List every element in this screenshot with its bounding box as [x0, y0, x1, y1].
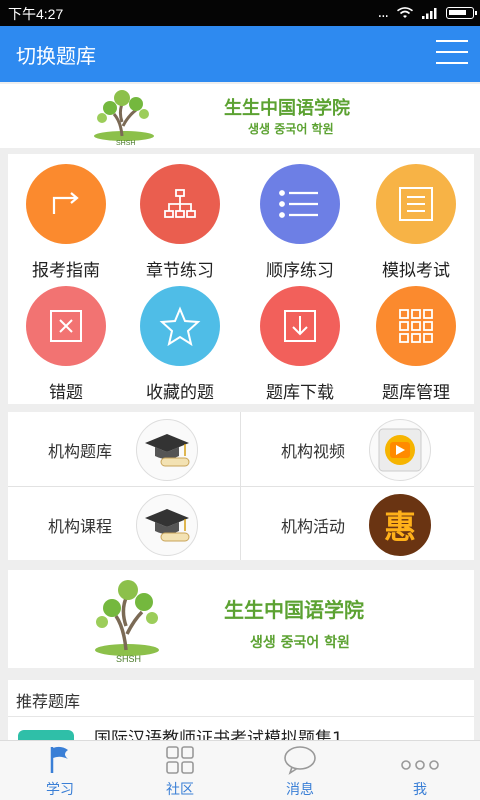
school-banner-bottom[interactable]: SHSH 生生中国语学院 생생 중국어 학원	[8, 570, 474, 668]
school-banner-top[interactable]: SHSH 生生中国语学院 생생 중국어 학원	[0, 84, 480, 148]
battery-fill	[449, 10, 466, 15]
status-time: 下午4:27	[8, 6, 64, 22]
function-grid: 报考指南 章节练习 顺序练习 模拟考试 错题 收藏的题 题库下载 题库管理	[8, 154, 474, 404]
bank-thumbnail	[18, 730, 74, 740]
app-header: 切换题库	[0, 26, 480, 82]
notification-dots-icon: ...	[377, 5, 389, 21]
status-icons: ...	[377, 5, 477, 21]
tree-logo-icon: SHSH	[94, 90, 154, 146]
download-icon	[260, 286, 340, 366]
school-name-cn: 生生中国语学院	[224, 98, 350, 119]
signal-icon	[422, 8, 437, 19]
wrong-x-icon	[26, 286, 106, 366]
school-name-cn: 生生中国语学院	[224, 598, 364, 622]
institution-label: 机构题库	[48, 442, 113, 461]
tab-label: 消息	[286, 782, 314, 798]
discount-badge-text: 惠	[383, 508, 416, 546]
grid-item-bank-manage[interactable]: 题库管理	[358, 276, 474, 403]
bottom-tab-bar: 学习 社区 消息 我	[0, 740, 480, 800]
tab-study[interactable]: 学习	[0, 741, 120, 800]
tab-label: 学习	[46, 782, 74, 798]
document-icon	[376, 164, 456, 244]
institution-video[interactable]: 机构视频	[241, 412, 474, 486]
status-bar: 下午4:27 ...	[0, 0, 480, 26]
grid-item-mock-exam[interactable]: 模拟考试	[358, 154, 474, 281]
grid-item-favorites[interactable]: 收藏的题	[122, 276, 238, 403]
more-dots-icon	[401, 760, 439, 770]
four-squares-icon	[166, 746, 194, 774]
grid-item-exam-guide[interactable]: 报考指南	[8, 154, 124, 281]
tab-community[interactable]: 社区	[120, 741, 240, 800]
institution-label: 机构活动	[281, 517, 346, 536]
hierarchy-icon	[140, 164, 220, 244]
tab-label: 社区	[166, 782, 194, 798]
battery-icon	[446, 7, 477, 19]
recommended-section: 推荐题库 国际汉语教师证书考试模拟题集1	[8, 680, 474, 740]
institution-course[interactable]: 机构课程	[8, 487, 241, 561]
star-icon	[140, 286, 220, 366]
graduation-cap-icon	[136, 494, 198, 556]
graduation-cap-icon	[136, 419, 198, 481]
institution-question-bank[interactable]: 机构题库	[8, 412, 241, 486]
grid-label: 题库下载	[266, 383, 334, 403]
school-name-kr: 생생 중국어 학원	[248, 122, 334, 136]
grid-item-sequential-practice[interactable]: 顺序练习	[242, 154, 358, 281]
list-icon	[260, 164, 340, 244]
school-name-kr: 생생 중국어 학원	[250, 635, 350, 651]
switch-bank-title[interactable]: 切换题库	[16, 40, 96, 69]
grid-label: 题库管理	[382, 383, 450, 403]
institution-panel: 机构题库 机构视频 机构课程 机构活动 惠	[8, 412, 474, 560]
grid-item-chapter-practice[interactable]: 章节练习	[122, 154, 238, 281]
wifi-icon	[397, 7, 413, 18]
grid-label: 错题	[49, 383, 83, 403]
institution-label: 机构课程	[48, 517, 113, 536]
institution-label: 机构视频	[281, 442, 346, 461]
logo-text: SHSH	[116, 140, 135, 146]
video-play-icon	[369, 419, 431, 481]
divider	[8, 716, 474, 717]
tree-logo-icon: SHSH	[95, 580, 159, 664]
menu-icon[interactable]	[436, 40, 468, 66]
flag-icon	[50, 746, 68, 773]
grid-manage-icon	[376, 286, 456, 366]
institution-activity[interactable]: 机构活动 惠	[241, 487, 474, 561]
recommended-bank-item[interactable]: 国际汉语教师证书考试模拟题集1	[94, 724, 343, 740]
tab-me[interactable]: 我	[360, 741, 480, 800]
grid-item-bank-download[interactable]: 题库下载	[242, 276, 358, 403]
grid-item-wrong-questions[interactable]: 错题	[8, 276, 124, 403]
grid-label: 收藏的题	[146, 383, 214, 403]
exam-guide-arrow-icon	[26, 164, 106, 244]
chat-bubble-icon	[284, 746, 316, 775]
recommended-title: 推荐题库	[16, 692, 81, 711]
tab-label: 我	[413, 782, 427, 798]
logo-text: SHSH	[116, 654, 141, 664]
tab-messages[interactable]: 消息	[240, 741, 360, 800]
hui-discount-icon: 惠	[369, 494, 431, 556]
